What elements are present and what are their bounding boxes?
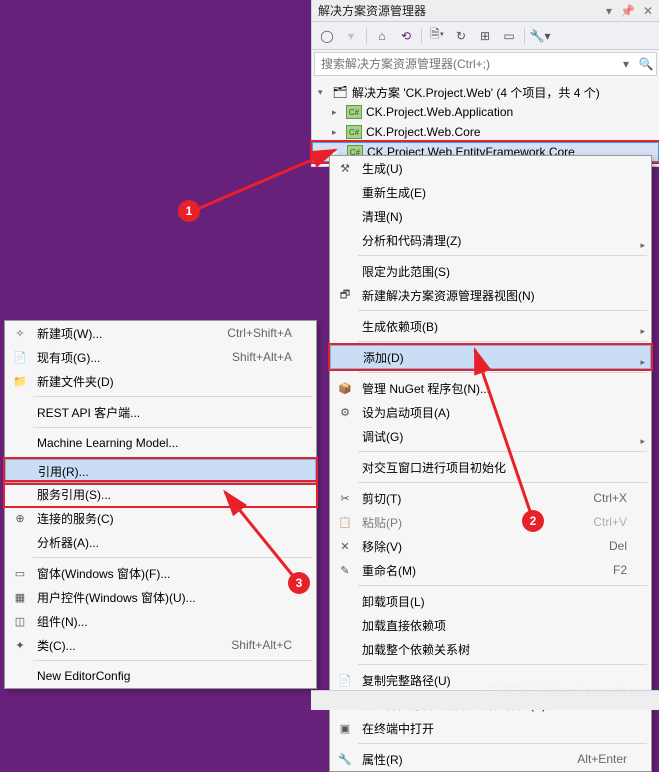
menu-nuget[interactable]: 📦管理 NuGet 程序包(N)...	[330, 376, 651, 400]
solution-label: 解决方案 'CK.Project.Web' (4 个项目，共 4 个)	[352, 84, 600, 101]
showall-icon[interactable]: ⊞	[474, 25, 496, 47]
solution-icon: 🗂	[332, 85, 348, 99]
menu-usercontrol[interactable]: ▦用户控件(Windows 窗体)(U)...	[5, 585, 316, 609]
search-dropdown-icon[interactable]: ▾	[616, 57, 636, 71]
control-icon: ▦	[11, 589, 29, 605]
search-icon[interactable]: 🔍	[636, 57, 656, 71]
menu-terminal[interactable]: ▣在终端中打开	[330, 716, 651, 740]
menu-debug[interactable]: 调试(G)	[330, 424, 651, 448]
component-icon: ◫	[11, 613, 29, 629]
menu-dependencies[interactable]: 生成依赖项(B)	[330, 314, 651, 338]
watermark: CSDN @jacksonzhao	[485, 683, 647, 700]
menu-new-item[interactable]: ✧新建项(W)...Ctrl+Shift+A	[5, 321, 316, 345]
dropdown-icon[interactable]: ▾	[606, 4, 612, 18]
csharp-icon: C#	[346, 105, 362, 119]
menu-reference[interactable]: 引用(R)...	[5, 459, 316, 483]
callout-3: 3	[288, 572, 310, 594]
menu-load-direct[interactable]: 加载直接依赖项	[330, 613, 651, 637]
copy-icon: 📄	[336, 672, 354, 688]
menu-interactive[interactable]: 对交互窗口进行项目初始化	[330, 455, 651, 479]
refresh-icon[interactable]: ↻	[450, 25, 472, 47]
menu-service-ref[interactable]: 服务引用(S)...	[5, 482, 316, 506]
menu-rebuild[interactable]: 重新生成(E)	[330, 180, 651, 204]
pin-icon[interactable]: 📌	[620, 4, 635, 18]
menu-unload[interactable]: 卸载项目(L)	[330, 589, 651, 613]
folder-icon: 📁	[11, 373, 29, 389]
menu-paste[interactable]: 📋粘贴(P)Ctrl+V	[330, 510, 651, 534]
menu-properties[interactable]: 🔧属性(R)Alt+Enter	[330, 747, 651, 771]
project-context-menu: ⚒生成(U) 重新生成(E) 清理(N) 分析和代码清理(Z) 限定为此范围(S…	[329, 155, 652, 772]
new-item-icon: ✧	[11, 325, 29, 341]
menu-ml-model[interactable]: Machine Learning Model...	[5, 431, 316, 455]
menu-connected-service[interactable]: ⊕连接的服务(C)	[5, 506, 316, 530]
menu-newview[interactable]: 🗗新建解决方案资源管理器视图(N)	[330, 283, 651, 307]
menu-rename[interactable]: ✎重命名(M)F2	[330, 558, 651, 582]
build-icon: ⚒	[336, 160, 354, 176]
project-node[interactable]: C# CK.Project.Web.Core	[312, 122, 659, 142]
panel-toolbar: ◯ ▾ ⌂ ⟲ 🗎▾ ↻ ⊞ ▭ 🔧▾	[312, 22, 659, 50]
menu-new-folder[interactable]: 📁新建文件夹(D)	[5, 369, 316, 393]
properties-icon[interactable]: 🔧▾	[529, 25, 551, 47]
project-label: CK.Project.Web.Application	[366, 105, 513, 119]
menu-load-tree[interactable]: 加载整个依赖关系树	[330, 637, 651, 661]
search-input[interactable]	[315, 57, 616, 71]
add-submenu: ✧新建项(W)...Ctrl+Shift+A 📄现有项(G)...Shift+A…	[4, 320, 317, 689]
menu-add[interactable]: 添加(D)	[330, 345, 651, 369]
callout-1: 1	[178, 200, 200, 222]
project-label: CK.Project.Web.Core	[366, 125, 481, 139]
search-box[interactable]: ▾ 🔍	[314, 52, 657, 76]
menu-class[interactable]: ✦类(C)...Shift+Alt+C	[5, 633, 316, 657]
menu-clean[interactable]: 清理(N)	[330, 204, 651, 228]
menu-startup[interactable]: ⚙设为启动项目(A)	[330, 400, 651, 424]
collapse-icon[interactable]: ▭	[498, 25, 520, 47]
menu-existing-item[interactable]: 📄现有项(G)...Shift+Alt+A	[5, 345, 316, 369]
cut-icon: ✂	[336, 490, 354, 506]
services-icon: ⊕	[11, 510, 29, 526]
menu-analyze[interactable]: 分析和代码清理(Z)	[330, 228, 651, 252]
existing-item-icon: 📄	[11, 349, 29, 365]
csharp-icon: C#	[346, 125, 362, 139]
menu-analyzer[interactable]: 分析器(A)...	[5, 530, 316, 554]
nuget-icon: 📦	[336, 380, 354, 396]
menu-rest-client[interactable]: REST API 客户端...	[5, 400, 316, 424]
panel-title: 解决方案资源管理器	[318, 2, 606, 19]
terminal-icon: ▣	[336, 720, 354, 736]
menu-remove[interactable]: ✕移除(V)Del	[330, 534, 651, 558]
menu-scope[interactable]: 限定为此范围(S)	[330, 259, 651, 283]
solution-explorer-panel: 解决方案资源管理器 ▾ 📌 ✕ ◯ ▾ ⌂ ⟲ 🗎▾ ↻ ⊞ ▭ 🔧▾ ▾ 🔍 …	[311, 0, 659, 167]
menu-cut[interactable]: ✂剪切(T)Ctrl+X	[330, 486, 651, 510]
gear-icon: ⚙	[336, 404, 354, 420]
sync-icon[interactable]: ⟲	[395, 25, 417, 47]
menu-editorconfig[interactable]: New EditorConfig	[5, 664, 316, 688]
delete-icon: ✕	[336, 538, 354, 554]
menu-component[interactable]: ◫组件(N)...	[5, 609, 316, 633]
save-icon[interactable]: 🗎▾	[426, 25, 448, 47]
menu-winform[interactable]: ▭窗体(Windows 窗体)(F)...	[5, 561, 316, 585]
form-icon: ▭	[11, 565, 29, 581]
solution-node[interactable]: 🗂 解决方案 'CK.Project.Web' (4 个项目，共 4 个)	[312, 82, 659, 102]
class-icon: ✦	[11, 637, 29, 653]
menu-build[interactable]: ⚒生成(U)	[330, 156, 651, 180]
home-icon[interactable]: ⌂	[371, 25, 393, 47]
close-icon[interactable]: ✕	[643, 4, 653, 18]
paste-icon: 📋	[336, 514, 354, 530]
view-icon: 🗗	[336, 287, 354, 303]
project-node[interactable]: C# CK.Project.Web.Application	[312, 102, 659, 122]
forward-icon[interactable]: ▾	[340, 25, 362, 47]
callout-2: 2	[522, 510, 544, 532]
back-icon[interactable]: ◯	[316, 25, 338, 47]
rename-icon: ✎	[336, 562, 354, 578]
solution-tree: 🗂 解决方案 'CK.Project.Web' (4 个项目，共 4 个) C#…	[312, 78, 659, 167]
panel-titlebar: 解决方案资源管理器 ▾ 📌 ✕	[312, 0, 659, 22]
wrench-icon: 🔧	[336, 751, 354, 767]
